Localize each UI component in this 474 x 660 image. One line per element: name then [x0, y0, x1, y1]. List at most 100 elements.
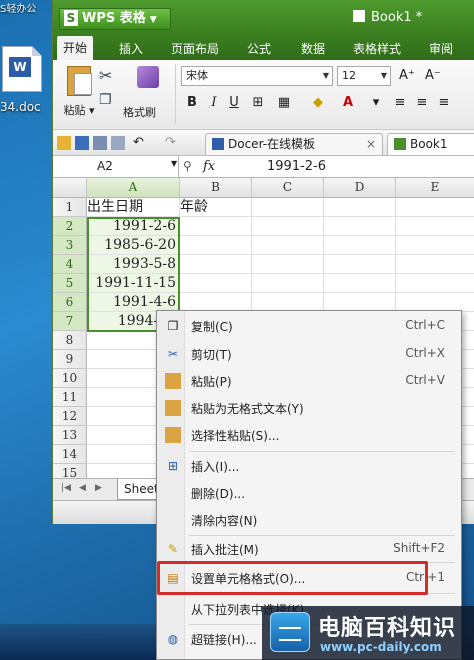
first-sheet-icon[interactable]: |◀ [61, 483, 71, 493]
format-painter-label[interactable]: 格式刷 [123, 104, 156, 120]
column-header-b[interactable]: B [180, 178, 252, 198]
wps-app-button[interactable]: S WPS 表格 ▼ [59, 8, 171, 30]
grid-cell[interactable] [324, 274, 396, 293]
row-header[interactable]: 7 [53, 312, 87, 331]
grid-cell[interactable] [324, 198, 396, 217]
grid-cell[interactable] [396, 198, 474, 217]
align-bottom-icon[interactable]: ≡ [435, 94, 453, 112]
font-size-select[interactable]: 12 ▼ [337, 66, 391, 86]
column-header-d[interactable]: D [324, 178, 396, 198]
row-header[interactable]: 3 [53, 236, 87, 255]
copy-icon[interactable]: ❐ [99, 92, 112, 108]
row-header[interactable]: 9 [53, 350, 87, 369]
align-middle-icon[interactable]: ≡ [413, 94, 431, 112]
next-sheet-icon[interactable]: ▶ [95, 483, 102, 493]
row-header[interactable]: 14 [53, 445, 87, 464]
doc-file-icon[interactable]: W [2, 46, 42, 92]
align-top-icon[interactable]: ≡ [391, 94, 409, 112]
cell-a3[interactable]: 1985-6-20 [87, 236, 180, 255]
decrease-font-icon[interactable]: A⁻ [425, 68, 441, 83]
cell-a5[interactable]: 1991-11-15 [87, 274, 180, 293]
grid-cell[interactable] [252, 198, 324, 217]
fx-icon[interactable]: fx [203, 159, 215, 174]
select-all-corner[interactable] [53, 178, 87, 198]
menu-item-paste-special[interactable]: 选择性粘贴(S)... [157, 422, 461, 448]
menu-item-clear-contents[interactable]: 清除内容(N) [157, 507, 461, 533]
chevron-down-icon[interactable]: ▾ [367, 94, 385, 112]
column-header-a[interactable]: A [87, 178, 180, 198]
tab-docer-templates[interactable]: Docer-在线模板 × [205, 133, 383, 155]
grid-cell[interactable] [180, 217, 252, 236]
row-header[interactable]: 13 [53, 426, 87, 445]
search-icon[interactable]: ⚲ [183, 159, 192, 173]
grid-cell[interactable] [396, 255, 474, 274]
scissors-icon[interactable]: ✂ [99, 66, 112, 85]
bold-icon[interactable]: B [183, 94, 201, 112]
cell-b1[interactable]: 年龄 [180, 198, 252, 217]
menu-review[interactable]: 审阅 [429, 40, 453, 57]
menu-item-insert[interactable]: ⊞ 插入(I)... [157, 453, 461, 479]
cell-a4[interactable]: 1993-5-8 [87, 255, 180, 274]
tab-book1[interactable]: Book1 [387, 133, 474, 155]
font-color-icon[interactable]: A [339, 94, 357, 112]
grid-cell[interactable] [180, 255, 252, 274]
border-icon[interactable]: ⊞ [249, 94, 267, 112]
grid-cell[interactable] [396, 274, 474, 293]
underline-icon[interactable]: U [225, 94, 243, 112]
menu-item-paste-plain-text[interactable]: 粘贴为无格式文本(Y) [157, 395, 461, 421]
row-header[interactable]: 8 [53, 331, 87, 350]
prev-sheet-icon[interactable]: ◀ [79, 483, 86, 493]
save-icon[interactable] [75, 136, 89, 150]
grid-cell[interactable] [324, 255, 396, 274]
row-header[interactable]: 10 [53, 369, 87, 388]
menu-data[interactable]: 数据 [301, 40, 325, 57]
menu-item-copy[interactable]: ❐ 复制(C) Ctrl+C [157, 313, 461, 339]
menu-table-style[interactable]: 表格样式 [353, 40, 401, 57]
row-header[interactable]: 2 [53, 217, 87, 236]
redo-icon[interactable]: ↷ [165, 136, 179, 150]
grid-cell[interactable] [252, 217, 324, 236]
grid-cell[interactable] [396, 236, 474, 255]
close-icon[interactable]: × [366, 134, 376, 154]
undo-icon[interactable]: ↶ [133, 136, 147, 150]
menu-formula[interactable]: 公式 [247, 40, 271, 57]
row-header[interactable]: 11 [53, 388, 87, 407]
chevron-down-icon[interactable]: ▼ [171, 159, 177, 168]
menu-home[interactable]: 开始 [57, 36, 94, 60]
menu-item-paste[interactable]: 粘贴(P) Ctrl+V [157, 368, 461, 394]
row-header[interactable]: 4 [53, 255, 87, 274]
row-header[interactable]: 6 [53, 293, 87, 312]
grid-cell[interactable] [324, 236, 396, 255]
column-header-e[interactable]: E [396, 178, 474, 198]
row-header[interactable]: 5 [53, 274, 87, 293]
italic-icon[interactable]: I [205, 94, 223, 112]
fill-color-icon[interactable]: ◆ [309, 94, 327, 112]
cell-a1[interactable]: 出生日期 [87, 198, 180, 217]
grid-cell[interactable] [396, 217, 474, 236]
grid-cell[interactable] [180, 274, 252, 293]
formula-input[interactable]: 1991-2-6 [267, 159, 326, 174]
grid-cell[interactable] [252, 236, 324, 255]
menu-page-layout[interactable]: 页面布局 [171, 40, 219, 57]
increase-font-icon[interactable]: A⁺ [399, 68, 415, 83]
grid-cell[interactable] [324, 217, 396, 236]
menu-item-delete[interactable]: 删除(D)... [157, 480, 461, 506]
font-name-select[interactable]: 宋体 ▼ [181, 66, 333, 86]
grid-cell[interactable] [252, 255, 324, 274]
print-icon[interactable] [93, 136, 107, 150]
row-header[interactable]: 12 [53, 407, 87, 426]
paste-button[interactable]: 粘贴 ▾ [59, 66, 99, 126]
format-painter-icon[interactable] [137, 66, 159, 88]
print-preview-icon[interactable] [111, 136, 125, 150]
grid-cell[interactable] [180, 236, 252, 255]
column-header-c[interactable]: C [252, 178, 324, 198]
grid-cell[interactable] [252, 274, 324, 293]
open-folder-icon[interactable] [57, 136, 71, 150]
menu-insert[interactable]: 插入 [119, 40, 143, 57]
row-header[interactable]: 1 [53, 198, 87, 217]
fill-format-icon[interactable]: ▦ [275, 94, 293, 112]
cell-name-box[interactable]: A2 [53, 156, 179, 178]
menu-item-insert-comment[interactable]: ✎ 插入批注(M) Shift+F2 [157, 536, 461, 562]
cell-a2[interactable]: 1991-2-6 [87, 217, 180, 236]
menu-item-cut[interactable]: ✂ 剪切(T) Ctrl+X [157, 341, 461, 367]
